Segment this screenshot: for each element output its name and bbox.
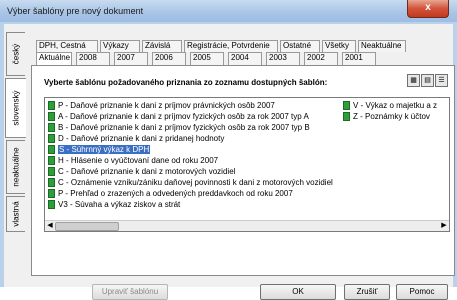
list-item-label: P - Daňové priznanie k dani z príjmov pr… [58,101,275,110]
tab-neaktualne-vertical[interactable]: neaktuálne [6,140,25,194]
tab-2003[interactable]: 2003 [266,52,300,66]
small-icons-view-icon[interactable]: ▤ [421,74,434,87]
edit-template-button[interactable]: Upraviť šablónu [92,284,168,300]
list-item-label: D - Daňové priznanie k dani z pridanej h… [58,134,225,143]
tab-vlastna[interactable]: vlastná [6,196,25,232]
list-item-label: A - Daňové priznanie k dani z príjmov fy… [58,112,309,121]
list-item-label: B - Daňové priznanie k dani z príjmov fy… [58,123,310,132]
scroll-right-icon[interactable]: ▶ [440,222,448,230]
tab-label: český [11,43,21,65]
title-bar: Výber šablóny pre nový dokument x [0,0,457,22]
list-item[interactable]: C - Daňové priznanie k dani z motorových… [48,166,235,177]
list-item[interactable]: P - Prehľad o zrazených a odvedených pre… [48,188,293,199]
template-icon [48,123,55,132]
tab-zavisla[interactable]: Závislá [142,40,182,52]
template-icon [48,112,55,121]
list-item-label: H - Hlásenie o vyúčtovaní dane od roku 2… [58,156,219,165]
tab-2005[interactable]: 2005 [190,52,224,66]
tab-label: neaktuálne [11,147,21,187]
vertical-tab-strip: český slovenský neaktuálne vlastná [5,30,28,232]
template-icon [343,112,350,121]
list-item-label: V3 - Súvaha a výkaz ziskov a strát [58,200,181,209]
list-item[interactable]: V3 - Súvaha a výkaz ziskov a strát [48,199,180,210]
tab-label: slovenský [11,90,21,126]
template-icon [48,145,55,154]
help-button[interactable]: Pomoc [396,284,448,300]
list-item[interactable]: A - Daňové priznanie k dani z príjmov fy… [48,111,309,122]
view-mode-buttons: ▦ ▤ ☰ [406,74,448,87]
scrollbar-thumb[interactable] [55,222,119,231]
template-list[interactable]: P - Daňové priznanie k dani z príjmov pr… [44,97,450,232]
year-tab-row: Aktuálne 2008 2007 2006 2005 2004 2003 2… [36,52,452,66]
tab-aktualne[interactable]: Aktuálne [36,52,72,66]
list-item[interactable]: Z - Poznámky k účtov [343,111,430,122]
dialog-window: Výber šablóny pre nový dokument x český … [0,0,457,300]
list-item-label: C - Daňové priznanie k dani z motorových… [58,167,236,176]
tab-dph-cestna[interactable]: DPH, Cestná [36,40,98,52]
template-icon [48,101,55,110]
tab-vykazy[interactable]: Výkazy [100,40,140,52]
tab-label: vlastná [11,201,21,227]
template-icon [48,134,55,143]
template-icon [48,156,55,165]
details-view-icon[interactable]: ☰ [435,74,448,87]
tab-2006[interactable]: 2006 [152,52,186,66]
list-item[interactable]: V - Výkaz o majetku a z [343,100,437,111]
list-item[interactable]: C - Oznámenie vzniku/zániku daňovej povi… [48,177,333,188]
template-icon [48,200,55,209]
list-item-label: S - Súhrnný výkaz k DPH [58,145,151,154]
close-button[interactable]: x [407,0,449,18]
dialog-client-area: český slovenský neaktuálne vlastná DPH, … [4,24,455,300]
list-item-label: Z - Poznámky k účtov [353,112,430,121]
tab-2004[interactable]: 2004 [228,52,262,66]
tab-slovensky[interactable]: slovenský [5,78,26,138]
tab-2002[interactable]: 2002 [304,52,338,66]
list-item[interactable]: D - Daňové priznanie k dani z pridanej h… [48,133,224,144]
list-item-label: C - Oznámenie vzniku/zániku daňovej povi… [58,178,333,187]
window-title: Výber šablóny pre nový dokument [7,6,144,16]
template-panel: Vyberte šablónu požadovaného priznania z… [31,65,455,276]
list-item-label: V - Výkaz o majetku a z [353,101,438,110]
template-icon [343,101,350,110]
list-item-selected[interactable]: S - Súhrnný výkaz k DPH [48,144,151,155]
instruction-text: Vyberte šablónu požadovaného priznania z… [44,78,328,87]
horizontal-scrollbar[interactable]: ◀ ▶ [45,220,449,231]
list-item[interactable]: B - Daňové priznanie k dani z príjmov fy… [48,122,310,133]
large-icons-view-icon[interactable]: ▦ [407,74,420,87]
list-item[interactable]: H - Hlásenie o vyúčtovaní dane od roku 2… [48,155,218,166]
tab-neaktualne[interactable]: Neaktuálne [358,40,406,52]
template-icon [48,189,55,198]
template-icon [48,167,55,176]
template-icon [48,178,55,187]
ok-button[interactable]: OK [260,284,336,300]
list-item-label: P - Prehľad o zrazených a odvedených pre… [58,189,293,198]
tab-2007[interactable]: 2007 [114,52,148,66]
tab-cesky[interactable]: český [6,32,25,76]
category-tab-row: DPH, Cestná Výkazy Závislá Registrácie, … [36,40,452,52]
tab-ostatne[interactable]: Ostatné [280,40,320,52]
cancel-button[interactable]: Zrušiť [344,284,390,300]
tab-vsetky[interactable]: Všetky [322,40,356,52]
tab-2001[interactable]: 2001 [342,52,376,66]
tab-2008[interactable]: 2008 [76,52,110,66]
scroll-left-icon[interactable]: ◀ [46,222,54,230]
tab-registracie[interactable]: Registrácie, Potvrdenie [184,40,278,52]
list-item[interactable]: P - Daňové priznanie k dani z príjmov pr… [48,100,275,111]
